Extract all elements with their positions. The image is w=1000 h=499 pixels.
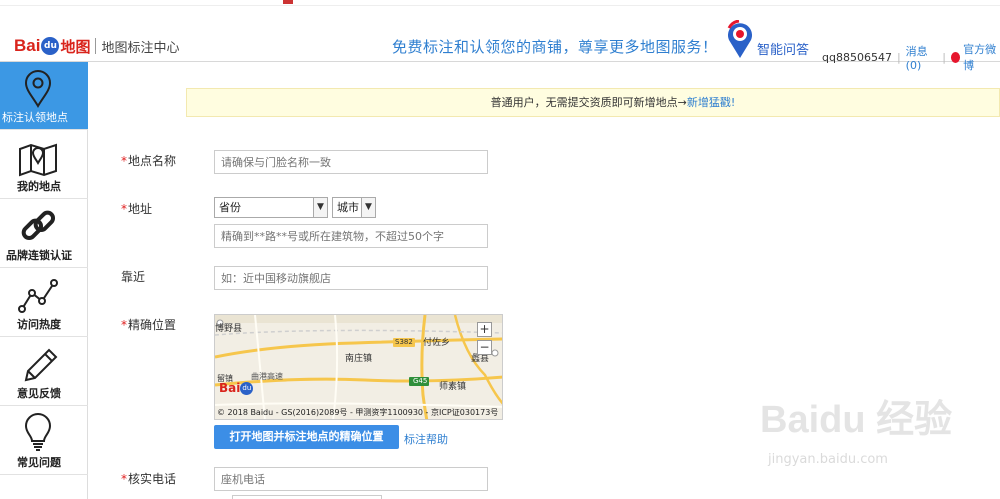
sidebar-item-label: 标注认领地点 [2,111,68,124]
logo-paw-icon: du [41,37,60,55]
messages-link[interactable]: 消息(0) [906,43,938,72]
sidebar-item-label: 访问热度 [17,318,61,331]
verify-phone-label: *核实电话 [121,470,176,487]
sidebar-item-label: 意见反馈 [17,387,61,400]
mark-help-link[interactable]: 标注帮助 [404,431,448,447]
sidebar: 标注认领地点 我的地点 品牌连锁认证 访问热度 意见反馈 常见问题 [0,62,88,499]
map-label-expressway: 曲港高速 [251,372,283,381]
smart-qa-label: 智能问答 [757,43,810,58]
open-map-button[interactable]: 打开地图并标注地点的精确位置 [214,425,399,449]
map-logo-paw-icon: du [240,381,254,395]
lightbulb-icon [24,413,52,451]
place-name-label-text: 地点名称 [128,154,177,168]
logo-divider [95,38,97,54]
map-logo-bai: Bai [219,381,241,395]
chevron-down-icon: ▼ [361,198,375,217]
baidu-map-logo[interactable]: Bai du 地图 地图标注中心 [14,36,180,56]
sidebar-item-label: 品牌连锁认证 [6,249,72,262]
sidebar-item-brand-chain[interactable]: 品牌连锁认证 [0,200,88,268]
address-label: *地址 [121,200,152,217]
map-label-boye: 博野县 [215,324,243,334]
weibo-link[interactable]: 官方微博 [963,41,1000,73]
map-label-fuzuo: 付佐乡 [423,338,451,348]
sidebar-item-my-places[interactable]: 我的地点 [0,131,88,199]
place-name-label: *地点名称 [121,152,176,169]
watermark-url: jingyan.baidu.com [768,452,888,467]
map-canvas [215,315,502,419]
nearby-label: 靠近 [121,268,145,285]
map-label-shisu: 师素镇 [439,382,467,392]
smart-qa-icon [725,19,755,60]
map-zoom-in-button[interactable]: + [477,322,492,337]
logo-bai: Bai [14,36,41,55]
required-mark: * [121,154,127,168]
location-pin-icon [24,70,52,108]
sidebar-item-faq[interactable]: 常见问题 [0,407,88,475]
line-chart-icon [18,279,58,313]
province-select[interactable]: 省份 ▼ [214,197,328,218]
precise-location-label: *精确位置 [121,316,176,333]
precise-location-label-text: 精确位置 [128,318,177,332]
watermark-brand: Baidu 经验 [760,399,953,441]
province-select-value: 省份 [219,201,241,214]
header-slogan: 免费标注和认领您的商铺，尊享更多地图服务！ [392,38,718,56]
address-label-text: 地址 [128,202,153,216]
folded-map-icon [19,143,57,177]
nearby-input[interactable] [214,266,488,290]
sidebar-item-mark-location[interactable]: 标注认领地点 [0,62,88,130]
map-zoom-out-button[interactable]: − [477,340,492,355]
map-label-g45: G45 [413,377,428,385]
sidebar-item-visit-heat[interactable]: 访问热度 [0,269,88,337]
location-map[interactable]: 博野县 付佐乡 S382 南庄镇 蠡县 曲港高速 G45 师素镇 留镇 + − … [214,314,503,420]
notice-link[interactable]: 新增猛戳! [687,96,735,109]
sidebar-item-label: 常见问题 [17,456,61,469]
chain-link-icon [21,210,56,241]
user-divider: | [896,50,901,64]
place-name-input[interactable] [214,150,488,174]
pencil-icon [24,348,58,382]
phone-input[interactable] [214,467,488,491]
username-link[interactable]: qq88506547 [822,51,892,64]
required-mark: * [121,318,127,332]
city-select[interactable]: 城市 ▼ [332,197,376,218]
notice-text: 普通用户，无需提交资质即可新增地点→ [490,96,687,109]
address-detail-input[interactable] [214,224,488,248]
map-label-s382: S382 [395,338,413,346]
next-field-edge [232,495,382,499]
logo-subtitle: 地图标注中心 [101,40,180,56]
user-bar: qq88506547 | 消息(0) | 官方微博 [822,41,1000,73]
top-strip-mark [283,0,293,4]
logo-map: 地图 [60,37,91,56]
verify-phone-label-text: 核实电话 [128,472,177,486]
user-divider-2: | [942,50,946,64]
notice-bar: 普通用户，无需提交资质即可新增地点→新增猛戳! [186,88,1000,117]
smart-qa-link[interactable]: 智能问答 [725,14,809,60]
nearby-label-text: 靠近 [121,270,146,284]
header: Bai du 地图 地图标注中心 免费标注和认领您的商铺，尊享更多地图服务！ 智… [0,6,1000,72]
required-mark: * [121,202,127,216]
required-mark: * [121,472,127,486]
weibo-icon [950,51,961,63]
map-baidu-logo: Bai du [219,381,254,395]
map-label-nanzhuang: 南庄镇 [345,354,373,364]
chevron-down-icon: ▼ [313,198,327,217]
watermark: Baidu 经验 jingyan.baidu.com [760,388,975,478]
sidebar-item-feedback[interactable]: 意见反馈 [0,338,88,406]
city-select-value: 城市 [337,201,359,214]
sidebar-item-label: 我的地点 [17,180,61,193]
map-copyright: © 2018 Baidu - GS(2016)2089号 - 甲测资字11009… [217,408,499,417]
